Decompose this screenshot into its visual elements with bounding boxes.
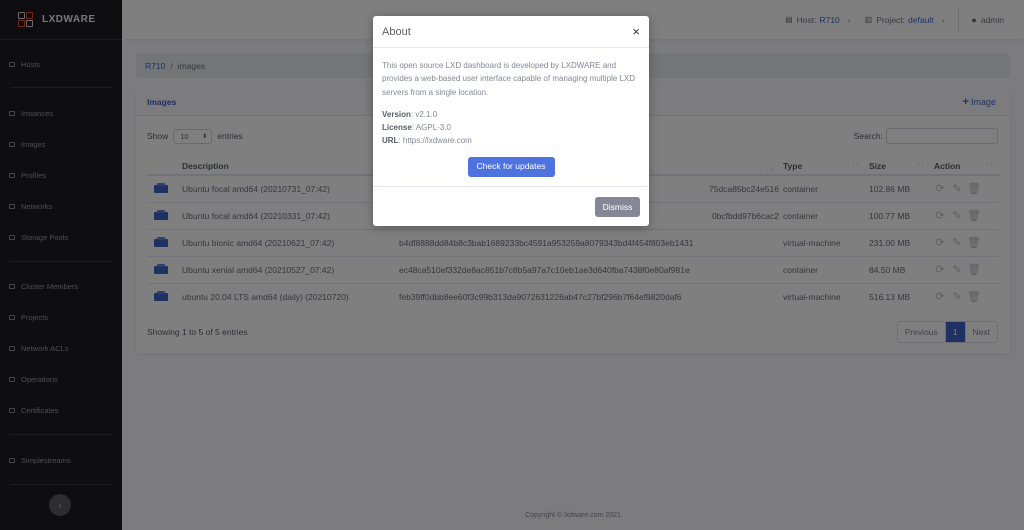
modal-footer: Dismiss bbox=[373, 186, 649, 226]
dismiss-button[interactable]: Dismiss bbox=[595, 197, 640, 217]
modal-body: This open source LXD dashboard is develo… bbox=[373, 48, 649, 177]
about-modal: About × This open source LXD dashboard i… bbox=[373, 16, 649, 226]
license-line: License: AGPL-3.0 bbox=[382, 123, 451, 133]
version-line: Version: v2.1.0 bbox=[382, 109, 438, 119]
modal-header: About × bbox=[373, 16, 649, 48]
about-description: This open source LXD dashboard is develo… bbox=[382, 61, 636, 97]
modal-title: About bbox=[382, 25, 411, 38]
check-for-updates-button[interactable]: Check for updates bbox=[467, 156, 555, 177]
close-icon[interactable]: × bbox=[632, 25, 640, 38]
url-line: URL: https://lxdware.com bbox=[382, 136, 472, 146]
